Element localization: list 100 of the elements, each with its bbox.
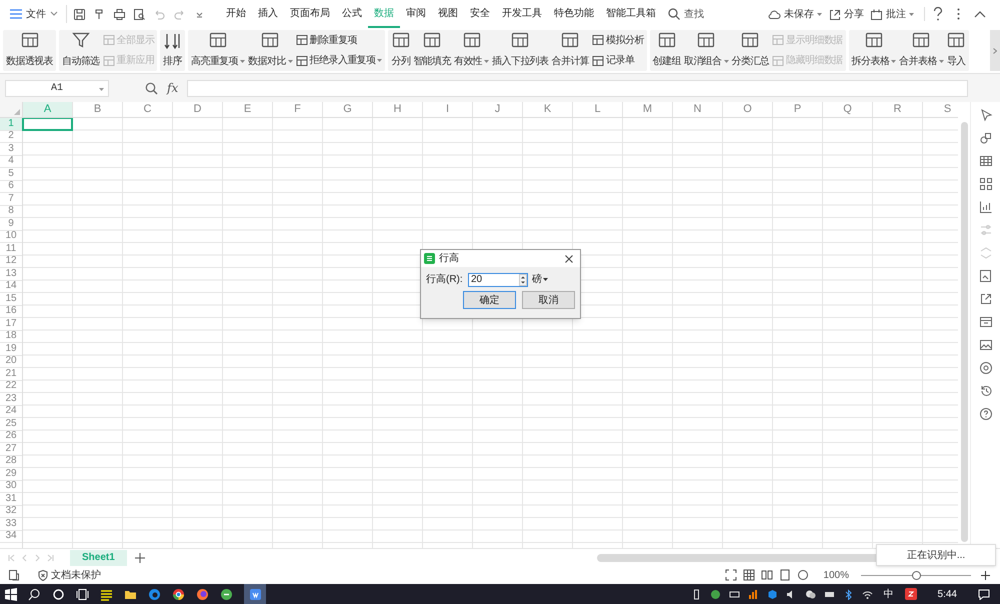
row-header[interactable]: 11 [0,243,22,256]
menu-tab[interactable]: 开发工具 [496,0,548,28]
row-header[interactable]: 2 [0,130,22,143]
ribbon-button[interactable]: 记录单 [592,53,644,68]
row-header[interactable]: 12 [0,256,22,268]
scrollbar-thumb[interactable] [960,122,968,542]
close-icon[interactable] [565,254,573,262]
column-header[interactable]: A [23,102,73,117]
row-header[interactable]: 1 [0,118,22,130]
row-header[interactable]: 17 [0,318,22,330]
row-header[interactable]: 32 [0,506,22,518]
image-sheet-icon[interactable] [978,269,992,283]
help-icon[interactable] [933,7,943,21]
row-header[interactable]: 25 [0,418,22,430]
dialog-button[interactable]: 确定 [463,291,516,309]
row-header[interactable]: 21 [0,368,22,380]
round-app-icon[interactable] [220,588,233,600]
menu-tab[interactable]: 视图 [432,0,464,28]
taskbar-app[interactable] [244,584,266,604]
bluetooth-icon[interactable] [842,588,854,600]
status-dot-icon[interactable] [710,588,721,600]
ribbon-button[interactable]: 合并计算 [550,30,590,71]
row-header[interactable]: 13 [0,268,22,280]
plus-icon[interactable] [981,570,990,580]
history-icon[interactable] [978,384,992,398]
sliders-icon[interactable] [978,223,992,237]
zoom-slider-thumb[interactable] [912,570,920,580]
wifi-icon[interactable] [862,588,873,600]
ribbon-button[interactable]: 合并表格 [898,30,945,71]
image-icon[interactable] [978,338,992,352]
add-icon[interactable] [134,552,145,562]
row-header[interactable]: 18 [0,330,22,343]
ribbon-button[interactable]: 导入 [946,30,967,71]
row-header[interactable]: 26 [0,430,22,443]
row-header[interactable]: 23 [0,393,22,406]
zoom-icon[interactable] [145,82,158,94]
row-header[interactable]: 28 [0,456,22,468]
ribbon-button[interactable]: 插入下拉列表 [491,30,550,71]
row-header[interactable]: 6 [0,180,22,193]
row-header[interactable]: 30 [0,480,22,493]
row-header[interactable]: 19 [0,343,22,356]
archive-icon[interactable] [978,315,992,329]
ribbon-button[interactable]: 创建组 [652,30,682,71]
row-header[interactable]: 24 [0,406,22,418]
app-icon[interactable] [904,588,917,600]
fullscreen-icon[interactable] [725,569,738,581]
export-icon[interactable] [978,292,992,306]
row-header[interactable]: 4 [0,156,22,168]
collapse-icon[interactable] [974,10,986,18]
clock[interactable]: 5:44 [938,586,957,602]
row-header[interactable]: 14 [0,280,22,293]
task-view-icon[interactable] [76,588,89,600]
cell-grid[interactable] [23,118,958,548]
page-break-icon[interactable] [761,569,774,581]
cursor-icon[interactable] [978,108,992,122]
row-header[interactable]: 5 [0,168,22,180]
ribbon-button[interactable]: 数据透视表 [5,30,54,71]
ribbon-button[interactable]: 模拟分析 [592,32,644,48]
ribbon-button[interactable]: 有效性 [452,30,490,71]
share-button[interactable]: 分享 [828,6,864,22]
ribbon-button[interactable]: 删除重复项 [296,32,382,48]
menu-tab[interactable]: 安全 [464,0,496,28]
cube-icon[interactable] [766,588,778,600]
menu-tab[interactable]: 公式 [336,0,368,28]
shapes-icon[interactable] [978,131,992,145]
ribbon-button[interactable]: 拒绝录入重复项 [296,53,382,68]
row-header[interactable]: 3 [0,143,22,156]
bar-chart-icon[interactable] [748,588,759,600]
menu-tab[interactable]: 审阅 [400,0,432,28]
comment-button[interactable]: 批注 [870,6,914,22]
row-header[interactable]: 16 [0,306,22,318]
menu-tab[interactable]: 智能工具箱 [600,0,662,28]
row-header[interactable]: 7 [0,193,22,206]
row-header[interactable]: 34 [0,530,22,543]
search-icon[interactable] [28,588,41,600]
ribbon-button[interactable]: 自动筛选 [61,30,101,71]
row-header[interactable]: 27 [0,443,22,456]
sheet-tab[interactable]: Sheet1 [70,550,127,566]
apps-icon[interactable] [978,177,992,191]
notes-app-icon[interactable] [100,588,113,600]
row-header[interactable]: 8 [0,206,22,218]
ribbon-button[interactable]: 智能填充 [412,30,452,71]
row-header[interactable]: 31 [0,493,22,506]
ribbon-button[interactable]: 取消组合 [682,30,730,71]
menu-tab[interactable]: 插入 [252,0,284,28]
ribbon-button[interactable]: 高亮重复项 [190,30,246,71]
document-icon[interactable] [8,569,20,581]
more-icon[interactable] [957,8,960,20]
print-icon[interactable] [113,8,126,20]
input-method-indicator[interactable]: 中 [884,586,894,602]
ribbon-button[interactable]: 拆分表格 [850,30,898,71]
cloud-button[interactable]: 未保存 [768,6,822,22]
firefox-browser-icon[interactable] [196,588,209,600]
edge-browser-icon[interactable] [148,588,161,600]
name-box[interactable]: A1 [5,80,109,96]
row-header[interactable]: 20 [0,356,22,368]
number-spinner[interactable]: 20 [468,272,528,286]
dialog-button[interactable]: 取消 [522,291,575,309]
function-label[interactable]: fx [164,79,182,97]
ribbon-button[interactable]: 分列 [390,30,412,71]
